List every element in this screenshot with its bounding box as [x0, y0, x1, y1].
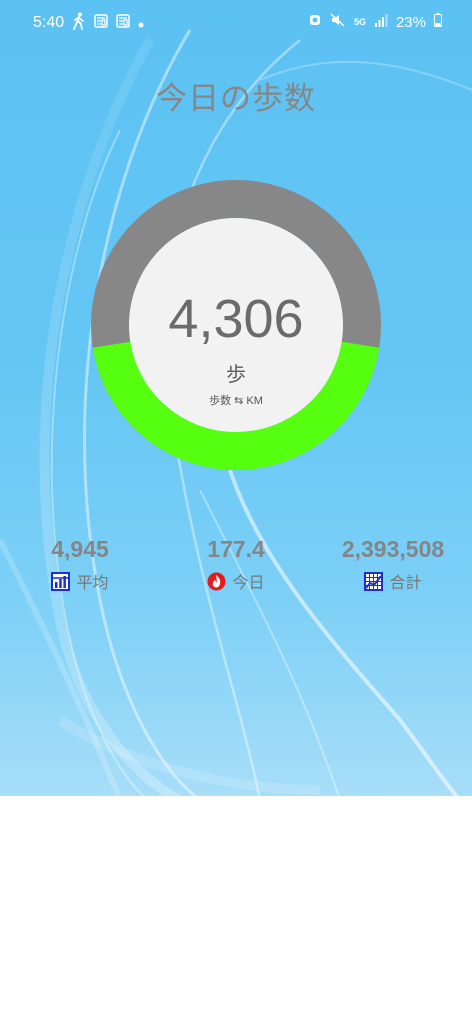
news-icon-2	[116, 14, 130, 33]
status-bar: 5:40 5G 23%	[0, 0, 472, 46]
news-icon	[94, 14, 108, 33]
stat-today-value: 177.4	[207, 536, 265, 562]
step-unit-label: 歩	[226, 364, 246, 386]
stat-average-value: 4,945	[51, 536, 109, 562]
stat-average-label: 平均	[76, 575, 109, 592]
signal-icon	[374, 13, 388, 31]
status-time: 5:40	[33, 14, 65, 31]
stat-today: 177.4 今日	[156, 536, 316, 593]
stat-today-label: 今日	[232, 575, 265, 592]
battery-icon	[434, 13, 442, 31]
step-count-value: 4,306	[168, 289, 304, 349]
mute-icon	[330, 13, 346, 31]
stat-average: 4,945 平均	[0, 536, 160, 593]
chart-icon	[51, 571, 71, 591]
battery-percent: 23%	[395, 13, 426, 31]
step-counter: 4,306 歩 歩数 ⇆ KM	[128, 216, 344, 432]
stat-total-label: 合計	[389, 575, 422, 592]
notification-dot-icon	[138, 15, 144, 33]
blank-lower-area	[0, 796, 472, 1024]
page-title: 今日の歩数	[156, 81, 316, 116]
sync-icon	[308, 13, 322, 31]
fire-icon	[207, 572, 226, 591]
grid-chart-icon	[364, 571, 384, 591]
stat-total: 2,393,508 合計	[313, 536, 472, 593]
walking-icon	[72, 12, 86, 35]
stat-total-value: 2,393,508	[341, 536, 445, 562]
network-type-label: 5G	[353, 17, 366, 27]
unit-toggle-button[interactable]: 歩数 ⇆ KM	[128, 392, 344, 408]
